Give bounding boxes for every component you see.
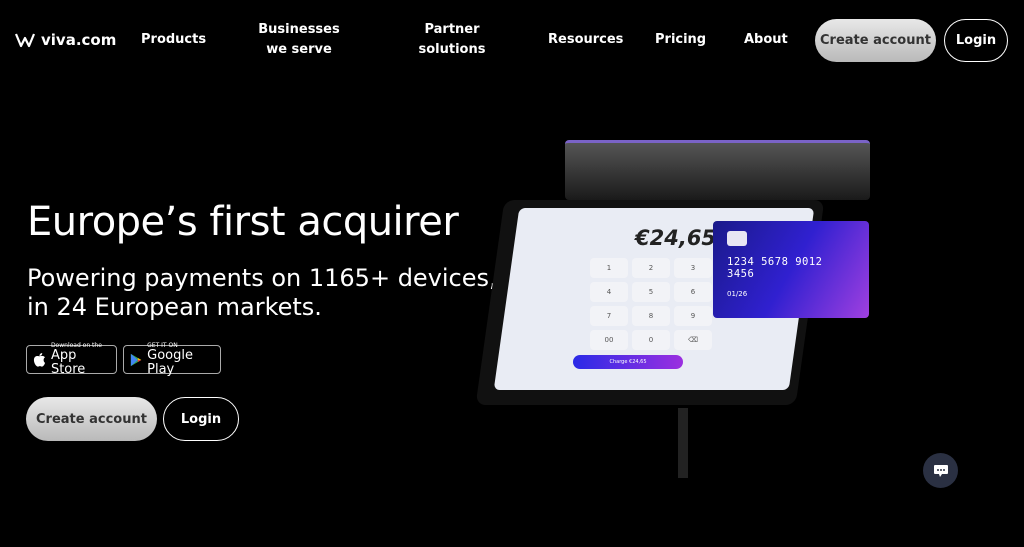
key: 7 [590, 306, 628, 326]
subtitle-line-2: in 24 European markets. [27, 293, 322, 321]
app-store-big: App Store [50, 348, 86, 377]
key: 0 [632, 330, 670, 350]
nav-businesses[interactable]: Businesses we serve [250, 20, 348, 60]
google-play-big: Google Play [147, 348, 193, 377]
key: 00 [590, 330, 628, 350]
key: ⌫ [674, 330, 712, 350]
card-chip-icon [727, 231, 747, 246]
payment-amount: €24,65 [635, 226, 717, 250]
key: 4 [590, 282, 628, 302]
chat-button[interactable] [923, 453, 958, 488]
key: 8 [632, 306, 670, 326]
credit-card: 1234 5678 9012 3456 01/26 [713, 221, 869, 318]
apple-icon [33, 352, 46, 367]
charge-button: Charge €24,65 [573, 355, 683, 369]
key: 2 [632, 258, 670, 278]
key: 9 [674, 306, 712, 326]
chat-icon [933, 464, 948, 477]
nav-resources[interactable]: Resources [548, 30, 623, 50]
hero-subtitle: Powering payments on 1165+ devices, in 2… [27, 264, 497, 322]
key: 1 [590, 258, 628, 278]
hero-create-account-button[interactable]: Create account [26, 397, 157, 441]
google-play-icon [130, 353, 142, 366]
keypad: 1 2 3 4 5 6 7 8 9 00 0 ⌫ [590, 258, 712, 350]
pos-device-illustration: €24,65 1 2 3 4 5 6 7 8 9 00 0 ⌫ Charge €… [475, 138, 900, 547]
device-back-screen [565, 140, 870, 200]
device-stand [678, 408, 688, 478]
nav-about[interactable]: About [744, 30, 788, 50]
app-store-badge[interactable]: Download on the App Store [26, 342, 117, 377]
top-nav: viva.com Products Businesses we serve Pa… [0, 0, 1024, 82]
nav-login-button[interactable]: Login [944, 19, 1008, 62]
nav-partner-solutions[interactable]: Partner solutions [415, 20, 489, 60]
card-expiry: 01/26 [727, 290, 748, 298]
key: 5 [632, 282, 670, 302]
subtitle-line-1: Powering payments on 1165+ devices, [27, 264, 497, 292]
hero-login-button[interactable]: Login [163, 397, 239, 441]
viva-logo-icon [14, 33, 36, 48]
card-number: 1234 5678 9012 3456 [727, 256, 823, 280]
nav-products[interactable]: Products [141, 30, 206, 50]
logo-text: viva.com [41, 31, 117, 49]
hero-title: Europe’s first acquirer [27, 199, 459, 245]
viva-logo[interactable]: viva.com [14, 31, 116, 49]
key: 3 [674, 258, 712, 278]
key: 6 [674, 282, 712, 302]
nav-create-account-button[interactable]: Create account [815, 19, 936, 62]
google-play-badge[interactable]: GET IT ON Google Play [123, 342, 221, 377]
nav-pricing[interactable]: Pricing [655, 30, 706, 50]
